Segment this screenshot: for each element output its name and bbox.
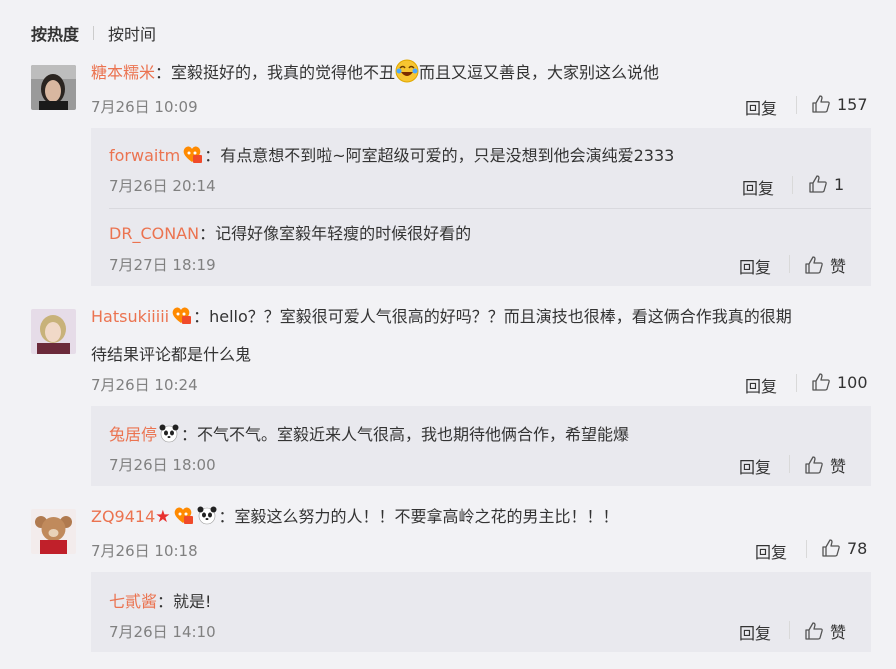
reply-button[interactable]: 回复 xyxy=(739,454,771,478)
panda-icon xyxy=(159,424,179,443)
reply-text: ：记得好像室毅年轻瘦的时候很好看的 xyxy=(199,224,472,243)
comment-text: ZQ9414★ ：室毅这么努力的人！！不要拿高岭之花的男主比！！！ xyxy=(91,498,876,536)
reply-button[interactable]: 回复 xyxy=(739,254,771,278)
reply-box: forwaitm ：有点意想不到啦~阿室超级可爱的，只是没想到他会演纯爱2333 … xyxy=(91,128,871,286)
like-button[interactable]: 赞 xyxy=(804,619,846,643)
reply-box: 七貳酱：就是! 7月26日 14:10 回复 赞 xyxy=(91,572,871,652)
reply-text: ：有点意想不到啦~阿室超级可爱的，只是没想到他会演纯爱2333 xyxy=(204,146,675,165)
reply-text: ：不气不气。室毅近来人气很高，我也期待他俩合作，希望能爆 xyxy=(181,425,630,444)
reply-divider xyxy=(109,208,871,209)
sort-by-hot-tab[interactable]: 按热度 xyxy=(31,21,79,45)
username-link[interactable]: forwaitm xyxy=(109,146,180,165)
like-button[interactable]: 78 xyxy=(821,538,867,558)
thumbs-up-icon xyxy=(805,622,823,640)
thumbs-up-icon xyxy=(822,539,840,557)
reply-button[interactable]: 回复 xyxy=(739,620,771,644)
sort-bar: 按热度 按时间 xyxy=(31,20,156,46)
avatar[interactable] xyxy=(31,65,76,110)
username-link[interactable]: 糖本糯米 xyxy=(91,63,155,82)
comment-time: 7月26日 10:18 xyxy=(91,542,198,560)
comment-time: 7月26日 10:24 xyxy=(91,376,198,394)
like-button[interactable]: 157 xyxy=(811,94,868,114)
action-divider xyxy=(789,255,790,273)
laughing-emoji-icon xyxy=(395,59,419,83)
thumbs-up-icon xyxy=(809,175,827,193)
thumbs-up-icon xyxy=(812,95,830,113)
action-divider xyxy=(806,540,807,558)
like-count: 78 xyxy=(847,538,868,558)
like-label: 赞 xyxy=(830,257,847,276)
reply-button[interactable]: 回复 xyxy=(755,539,787,563)
comment-text-part: 而且又逗又善良，大家别这么说他 xyxy=(419,63,660,82)
like-count: 100 xyxy=(837,372,868,392)
like-button[interactable]: 赞 xyxy=(804,253,846,277)
vip-badge-icon xyxy=(172,307,192,324)
comment-text-part: 待结果评论都是什么鬼 xyxy=(91,345,252,364)
action-divider xyxy=(789,621,790,639)
comment-text-part: ：室毅这么努力的人！！不要拿高岭之花的男主比！！！ xyxy=(218,507,619,526)
comment-text: 糖本糯米：室毅挺好的，我真的觉得他不丑 而且又逗又善良，大家别这么说他 xyxy=(91,54,876,92)
reply-time: 7月26日 14:10 xyxy=(109,623,216,641)
like-button[interactable]: 100 xyxy=(811,372,868,392)
thumbs-up-icon xyxy=(805,456,823,474)
like-button[interactable]: 赞 xyxy=(804,453,846,477)
thumbs-up-icon xyxy=(805,256,823,274)
comment-text: Hatsukiiiii ：hello？？室毅很可爱人气很高的好吗？？而且演技也很棒… xyxy=(91,298,876,374)
star-icon: ★ xyxy=(155,507,171,527)
username-link[interactable]: 兔居停 xyxy=(109,425,157,444)
reply-text: ：就是! xyxy=(157,592,212,611)
reply-time: 7月26日 18:00 xyxy=(109,456,216,474)
action-divider xyxy=(796,96,797,114)
like-count: 1 xyxy=(834,174,845,194)
reply-box: 兔居停 ：不气不气。室毅近来人气很高，我也期待他俩合作，希望能爆 7月26日 18… xyxy=(91,406,871,486)
comment-text-part: ：室毅挺好的，我真的觉得他不丑 xyxy=(155,63,396,82)
avatar[interactable] xyxy=(31,309,76,354)
thumbs-up-icon xyxy=(812,373,830,391)
action-divider xyxy=(792,176,793,194)
comment-text-part: ：hello？？室毅很可爱人气很高的好吗？？而且演技也很棒，看这俩合作我真的很期 xyxy=(193,307,792,326)
like-label: 赞 xyxy=(830,623,847,642)
sort-by-time-tab[interactable]: 按时间 xyxy=(108,21,156,45)
action-divider xyxy=(796,374,797,392)
reply-time: 7月26日 20:14 xyxy=(109,177,216,195)
username-link[interactable]: DR_CONAN xyxy=(109,224,199,243)
vip-badge-icon xyxy=(174,507,193,524)
avatar[interactable] xyxy=(31,509,76,554)
reply-button[interactable]: 回复 xyxy=(745,373,777,397)
like-count: 157 xyxy=(837,94,868,114)
action-divider xyxy=(789,455,790,473)
username-link[interactable]: 七貳酱 xyxy=(109,592,157,611)
username-link[interactable]: ZQ9414 xyxy=(91,507,155,526)
like-label: 赞 xyxy=(830,457,847,476)
panda-icon xyxy=(197,506,217,525)
username-link[interactable]: Hatsukiiiii xyxy=(91,307,169,326)
reply-button[interactable]: 回复 xyxy=(742,175,774,199)
comment-time: 7月26日 10:09 xyxy=(91,98,198,116)
sort-divider xyxy=(93,26,95,40)
reply-button[interactable]: 回复 xyxy=(745,95,777,119)
vip-badge-icon xyxy=(183,146,203,163)
like-button[interactable]: 1 xyxy=(808,174,844,194)
reply-time: 7月27日 18:19 xyxy=(109,256,216,274)
